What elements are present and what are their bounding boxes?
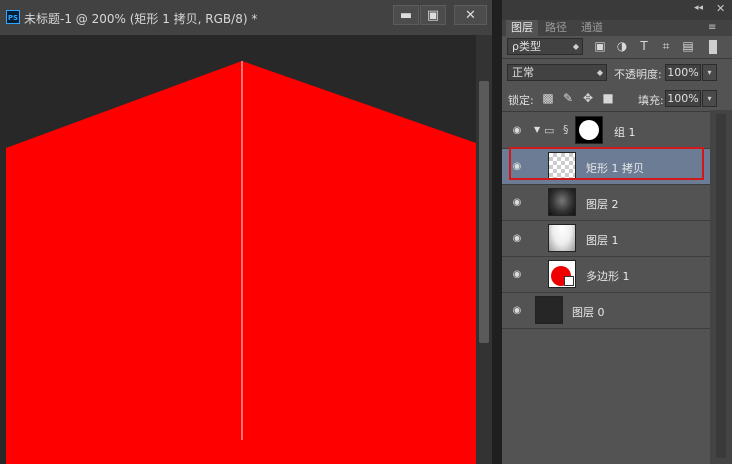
selection-highlight-box bbox=[509, 147, 704, 180]
opacity-label: 不透明度: bbox=[614, 68, 662, 81]
lock-paint-icon[interactable]: ✎ bbox=[560, 91, 576, 105]
layer-name: 图层 0 bbox=[572, 306, 605, 319]
filter-type-select[interactable]: ρ类型 ◆ bbox=[507, 38, 583, 55]
panel-tabs: 图层 路径 通道 ≡ bbox=[502, 20, 732, 36]
fill-dropdown-icon[interactable]: ▾ bbox=[702, 90, 717, 107]
layer-name: 图层 1 bbox=[586, 234, 619, 247]
visibility-eye-icon[interactable]: ◉ bbox=[511, 233, 523, 245]
layer-row-layer-0[interactable]: ◉ 图层 0 bbox=[502, 293, 710, 329]
close-button[interactable]: ✕ bbox=[454, 5, 487, 25]
canvas-scrollbar-thumb[interactable] bbox=[479, 81, 489, 343]
link-icon: § bbox=[563, 123, 569, 136]
layer-thumbnail bbox=[548, 188, 576, 216]
document-title: 未标题-1 @ 200% (矩形 1 拷贝, RGB/8) * bbox=[24, 12, 258, 26]
red-shape bbox=[6, 61, 476, 464]
tab-layers[interactable]: 图层 bbox=[506, 20, 538, 36]
opacity-input[interactable]: 100% bbox=[665, 64, 701, 81]
lock-move-icon[interactable]: ✥ bbox=[580, 91, 596, 105]
layers-scrollbar[interactable] bbox=[710, 110, 732, 464]
layer-thumbnail bbox=[548, 224, 576, 252]
chevron-down-icon: ◆ bbox=[572, 42, 579, 51]
image-filter-icon[interactable]: ▣ bbox=[592, 39, 608, 53]
shape-filter-icon[interactable]: ⌗ bbox=[658, 39, 674, 54]
visibility-eye-icon[interactable]: ◉ bbox=[511, 305, 523, 317]
blend-mode-label: 正常 bbox=[512, 66, 534, 79]
collapse-panel-icon[interactable]: ◂◂ bbox=[694, 3, 703, 13]
expand-arrow-icon[interactable]: ▼ bbox=[534, 125, 540, 134]
tab-paths[interactable]: 路径 bbox=[540, 20, 572, 36]
chevron-down-icon: ◆ bbox=[596, 68, 603, 77]
tab-channels[interactable]: 通道 bbox=[576, 20, 608, 36]
layers-scrollbar-track[interactable] bbox=[716, 114, 726, 458]
layer-name: 图层 2 bbox=[586, 198, 619, 211]
panel-close-icon[interactable]: ✕ bbox=[716, 2, 725, 15]
opacity-dropdown-icon[interactable]: ▾ bbox=[702, 64, 717, 81]
blend-mode-select[interactable]: 正常 ◆ bbox=[507, 64, 607, 81]
type-filter-icon[interactable]: T bbox=[636, 39, 652, 53]
adjustment-filter-icon[interactable]: ◑ bbox=[614, 39, 630, 53]
minimize-button[interactable]: ▬ bbox=[393, 5, 419, 25]
layer-thumbnail bbox=[548, 260, 576, 288]
photoshop-logo-icon: PS bbox=[6, 10, 20, 24]
visibility-eye-icon[interactable]: ◉ bbox=[511, 125, 523, 137]
separator bbox=[502, 58, 732, 59]
layer-row-layer-1[interactable]: ◉ 图层 1 bbox=[502, 221, 710, 257]
canvas-vertical-scrollbar[interactable] bbox=[476, 35, 492, 464]
visibility-eye-icon[interactable]: ◉ bbox=[511, 269, 523, 281]
layer-row-group-1[interactable]: ◉ ▼ ▭ § 组 1 bbox=[502, 113, 710, 149]
fill-input[interactable]: 100% bbox=[665, 90, 701, 107]
folder-icon: ▭ bbox=[544, 124, 555, 137]
lock-transparent-icon[interactable]: ▩ bbox=[540, 91, 556, 105]
lock-all-icon[interactable]: ■ bbox=[600, 91, 616, 105]
document-title-bar[interactable]: PS 未标题-1 @ 200% (矩形 1 拷贝, RGB/8) * ▬ ▣ ✕ bbox=[0, 0, 492, 35]
filter-type-label: ρ类型 bbox=[512, 40, 541, 53]
lock-label: 锁定: bbox=[508, 94, 534, 107]
filter-toggle[interactable] bbox=[709, 40, 717, 54]
document-window: PS 未标题-1 @ 200% (矩形 1 拷贝, RGB/8) * ▬ ▣ ✕ bbox=[0, 0, 492, 464]
layer-row-layer-2[interactable]: ◉ 图层 2 bbox=[502, 185, 710, 221]
panel-menu-icon[interactable]: ≡ bbox=[708, 22, 716, 33]
panel-divider bbox=[492, 0, 502, 464]
layers-panel: ◂◂ ✕ 图层 路径 通道 ≡ ρ类型 ◆ ▣ ◑ T ⌗ ▤ 正常 ◆ 不透明… bbox=[502, 0, 732, 464]
layer-name: 组 1 bbox=[614, 126, 636, 139]
maximize-button[interactable]: ▣ bbox=[420, 5, 446, 25]
layer-name: 多边形 1 bbox=[586, 270, 630, 283]
panel-header: ◂◂ ✕ bbox=[502, 0, 732, 20]
canvas-area[interactable] bbox=[6, 35, 476, 464]
layer-thumbnail bbox=[535, 296, 563, 324]
visibility-eye-icon[interactable]: ◉ bbox=[511, 197, 523, 209]
canvas-artwork bbox=[6, 61, 476, 464]
group-mask-thumbnail[interactable] bbox=[575, 116, 603, 144]
fill-label: 填充: bbox=[638, 94, 664, 107]
smart-object-filter-icon[interactable]: ▤ bbox=[680, 39, 696, 53]
separator bbox=[502, 111, 710, 112]
layer-row-polygon-1[interactable]: ◉ 多边形 1 bbox=[502, 257, 710, 293]
